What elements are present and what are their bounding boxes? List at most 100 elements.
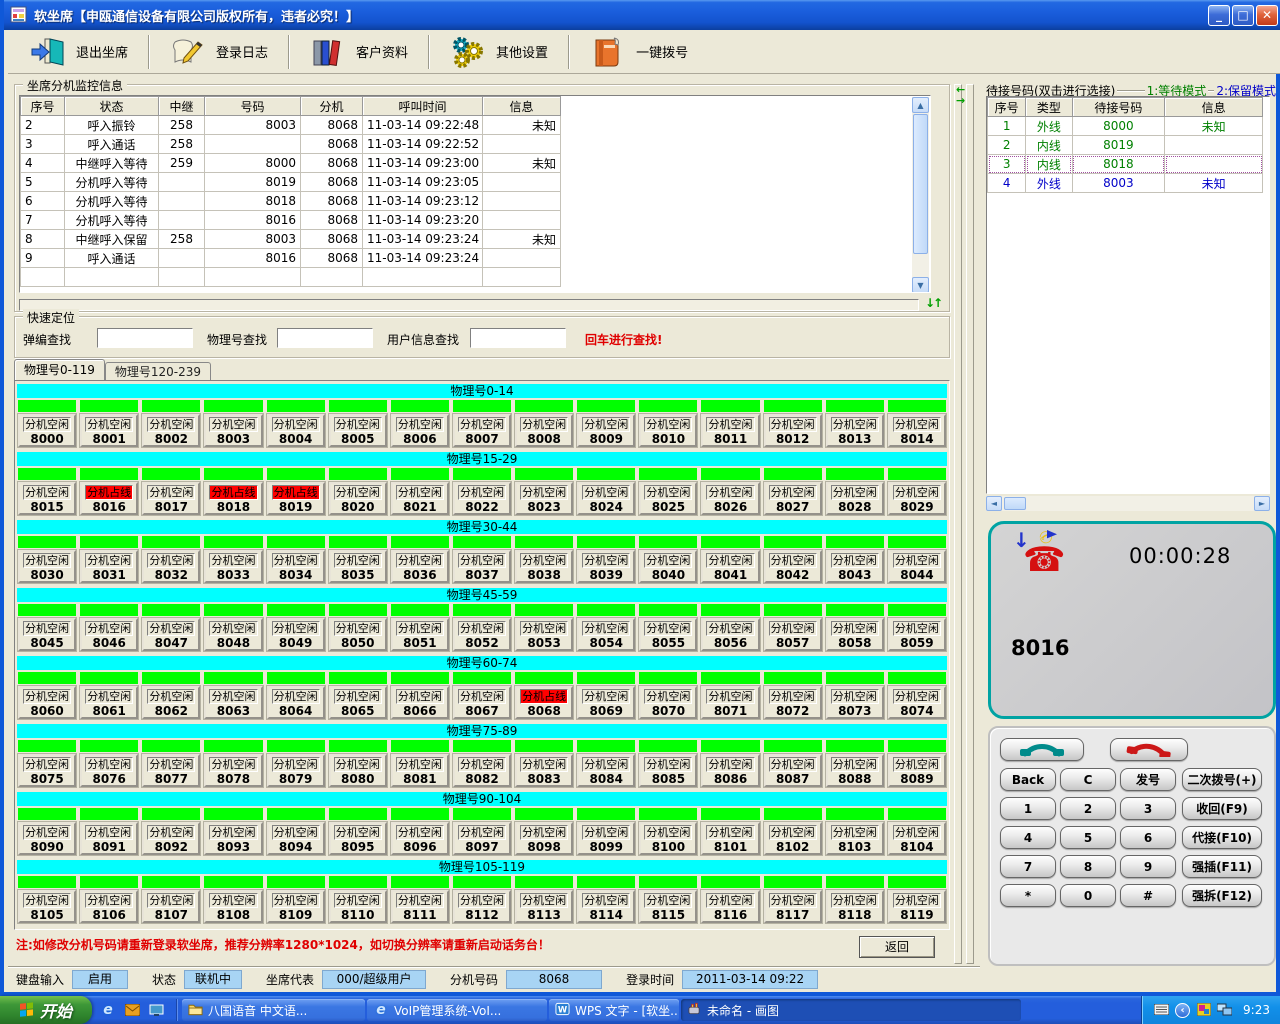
extension-cell[interactable]: 分机空闲8062 [142, 672, 200, 719]
extension-button[interactable]: 分机空闲8040 [639, 550, 697, 583]
extension-cell[interactable]: 分机空闲8060 [18, 672, 76, 719]
extension-cell[interactable]: 分机空闲8005 [329, 400, 387, 447]
extension-cell[interactable]: 分机空闲8056 [701, 604, 759, 651]
extension-cell[interactable]: 分机空闲8081 [391, 740, 449, 787]
key-0[interactable]: 0 [1060, 884, 1116, 907]
extension-button[interactable]: 分机空闲8060 [18, 686, 76, 719]
extension-cell[interactable]: 分机空闲8045 [18, 604, 76, 651]
extension-cell[interactable]: 分机空闲8113 [515, 876, 573, 923]
extension-button[interactable]: 分机空闲8004 [267, 414, 325, 447]
key-4[interactable]: 4 [1000, 826, 1056, 849]
extension-button[interactable]: 分机空闲8012 [764, 414, 822, 447]
extension-button[interactable]: 分机空闲8005 [329, 414, 387, 447]
extension-cell[interactable]: 分机空闲8054 [577, 604, 635, 651]
extension-button[interactable]: 分机空闲8100 [639, 822, 697, 855]
extension-cell[interactable]: 分机空闲8046 [80, 604, 138, 651]
extension-button[interactable]: 分机空闲8063 [204, 686, 262, 719]
key-5[interactable]: 5 [1060, 826, 1116, 849]
extension-button[interactable]: 分机空闲8114 [577, 890, 635, 923]
retrieve-button[interactable]: 收回(F9) [1182, 797, 1262, 820]
extension-button[interactable]: 分机空闲8053 [515, 618, 573, 651]
extension-cell[interactable]: 分机空闲8058 [826, 604, 884, 651]
extension-cell[interactable]: 分机空闲8042 [764, 536, 822, 583]
extension-button[interactable]: 分机空闲8111 [391, 890, 449, 923]
extension-cell[interactable]: 分机空闲8066 [391, 672, 449, 719]
sort-arrows-icon[interactable]: ↓↑ [925, 296, 941, 310]
extension-cell[interactable]: 分机空闲8007 [453, 400, 511, 447]
extension-button[interactable]: 分机空闲8011 [701, 414, 759, 447]
extension-button[interactable]: 分机空闲8022 [453, 482, 511, 515]
extension-cell[interactable]: 分机空闲8044 [888, 536, 946, 583]
mail-icon[interactable] [124, 1002, 140, 1018]
key-hash[interactable]: # [1120, 884, 1176, 907]
extension-cell[interactable]: 分机空闲8093 [204, 808, 262, 855]
extension-cell[interactable]: 分机空闲8012 [764, 400, 822, 447]
extension-button[interactable]: 分机空闲8082 [453, 754, 511, 787]
extension-cell[interactable]: 分机占线8016 [80, 468, 138, 515]
key-3[interactable]: 3 [1120, 797, 1176, 820]
toolbar-item-settings[interactable]: 其他设置 [432, 32, 566, 72]
extension-button[interactable]: 分机空闲8105 [18, 890, 76, 923]
extension-cell[interactable]: 分机空闲8109 [267, 876, 325, 923]
extension-button[interactable]: 分机空闲8017 [142, 482, 200, 515]
extension-button[interactable]: 分机空闲8028 [826, 482, 884, 515]
extension-button[interactable]: 分机空闲8049 [267, 618, 325, 651]
extension-cell[interactable]: 分机空闲8053 [515, 604, 573, 651]
waiting-row[interactable]: 1外线8000未知 [988, 117, 1263, 136]
taskbar-task-2[interactable]: WWPS 文字 - [软坐... [549, 999, 679, 1021]
extension-cell[interactable]: 分机空闲8114 [577, 876, 635, 923]
extension-button[interactable]: 分机空闲8103 [826, 822, 884, 855]
extension-button[interactable]: 分机空闲8014 [888, 414, 946, 447]
extension-button[interactable]: 分机空闲8107 [142, 890, 200, 923]
clear-button[interactable]: C [1060, 768, 1116, 791]
extension-cell[interactable]: 分机空闲8087 [764, 740, 822, 787]
scroll-down-icon[interactable]: ▼ [912, 277, 929, 293]
extension-cell[interactable]: 分机空闲8105 [18, 876, 76, 923]
network-icon[interactable] [1217, 1003, 1232, 1018]
table-row[interactable]: 3呼入通话258806811-03-14 09:22:52 [21, 135, 561, 154]
force-release-button[interactable]: 强拆(F12) [1182, 884, 1262, 907]
extension-button[interactable]: 分机空闲8113 [515, 890, 573, 923]
send-number-button[interactable]: 发号 [1120, 768, 1176, 791]
extension-button[interactable]: 分机空闲8072 [764, 686, 822, 719]
extension-button[interactable]: 分机空闲8045 [18, 618, 76, 651]
key-2[interactable]: 2 [1060, 797, 1116, 820]
extension-cell[interactable]: 分机空闲8084 [577, 740, 635, 787]
waiting-row[interactable]: 2内线8019 [988, 136, 1263, 155]
extension-button[interactable]: 分机空闲8098 [515, 822, 573, 855]
extension-cell[interactable]: 分机空闲8026 [701, 468, 759, 515]
table-row[interactable]: 6分机呼入等待8018806811-03-14 09:23:12 [21, 192, 561, 211]
extension-button[interactable]: 分机空闲8041 [701, 550, 759, 583]
extension-cell[interactable]: 分机空闲8032 [142, 536, 200, 583]
extension-cell[interactable]: 分机空闲8089 [888, 740, 946, 787]
extension-button[interactable]: 分机空闲8070 [639, 686, 697, 719]
extension-button[interactable]: 分机空闲8038 [515, 550, 573, 583]
collapse-chevron-icon[interactable]: ‹ [1175, 1003, 1190, 1018]
splitter-bar[interactable] [966, 84, 974, 964]
waiting-row[interactable]: 4外线8003未知 [988, 174, 1263, 193]
extension-cell[interactable]: 分机空闲8027 [764, 468, 822, 515]
extension-cell[interactable]: 分机空闲8003 [204, 400, 262, 447]
extension-button[interactable]: 分机空闲8052 [453, 618, 511, 651]
extension-button[interactable]: 分机空闲8051 [391, 618, 449, 651]
extension-cell[interactable]: 分机空闲8039 [577, 536, 635, 583]
extension-cell[interactable]: 分机空闲8035 [329, 536, 387, 583]
extension-button[interactable]: 分机空闲8087 [764, 754, 822, 787]
extension-button[interactable]: 分机空闲8062 [142, 686, 200, 719]
extension-cell[interactable]: 分机空闲8083 [515, 740, 573, 787]
extension-cell[interactable]: 分机空闲8078 [204, 740, 262, 787]
maximize-button[interactable]: □ [1232, 5, 1254, 26]
extension-button[interactable]: 分机占线8068 [515, 686, 573, 719]
extension-button[interactable]: 分机占线8019 [267, 482, 325, 515]
extension-cell[interactable]: 分机空闲8063 [204, 672, 262, 719]
extension-button[interactable]: 分机空闲8029 [888, 482, 946, 515]
extension-cell[interactable]: 分机空闲8075 [18, 740, 76, 787]
extension-cell[interactable]: 分机空闲8020 [329, 468, 387, 515]
extension-cell[interactable]: 分机空闲8092 [142, 808, 200, 855]
extension-cell[interactable]: 分机空闲8071 [701, 672, 759, 719]
extension-cell[interactable]: 分机占线8019 [267, 468, 325, 515]
extension-cell[interactable]: 分机空闲8096 [391, 808, 449, 855]
monitor-vertical-scrollbar[interactable]: ▲ ▼ [912, 97, 929, 293]
extension-button[interactable]: 分机空闲8074 [888, 686, 946, 719]
extension-button[interactable]: 分机空闲8047 [142, 618, 200, 651]
